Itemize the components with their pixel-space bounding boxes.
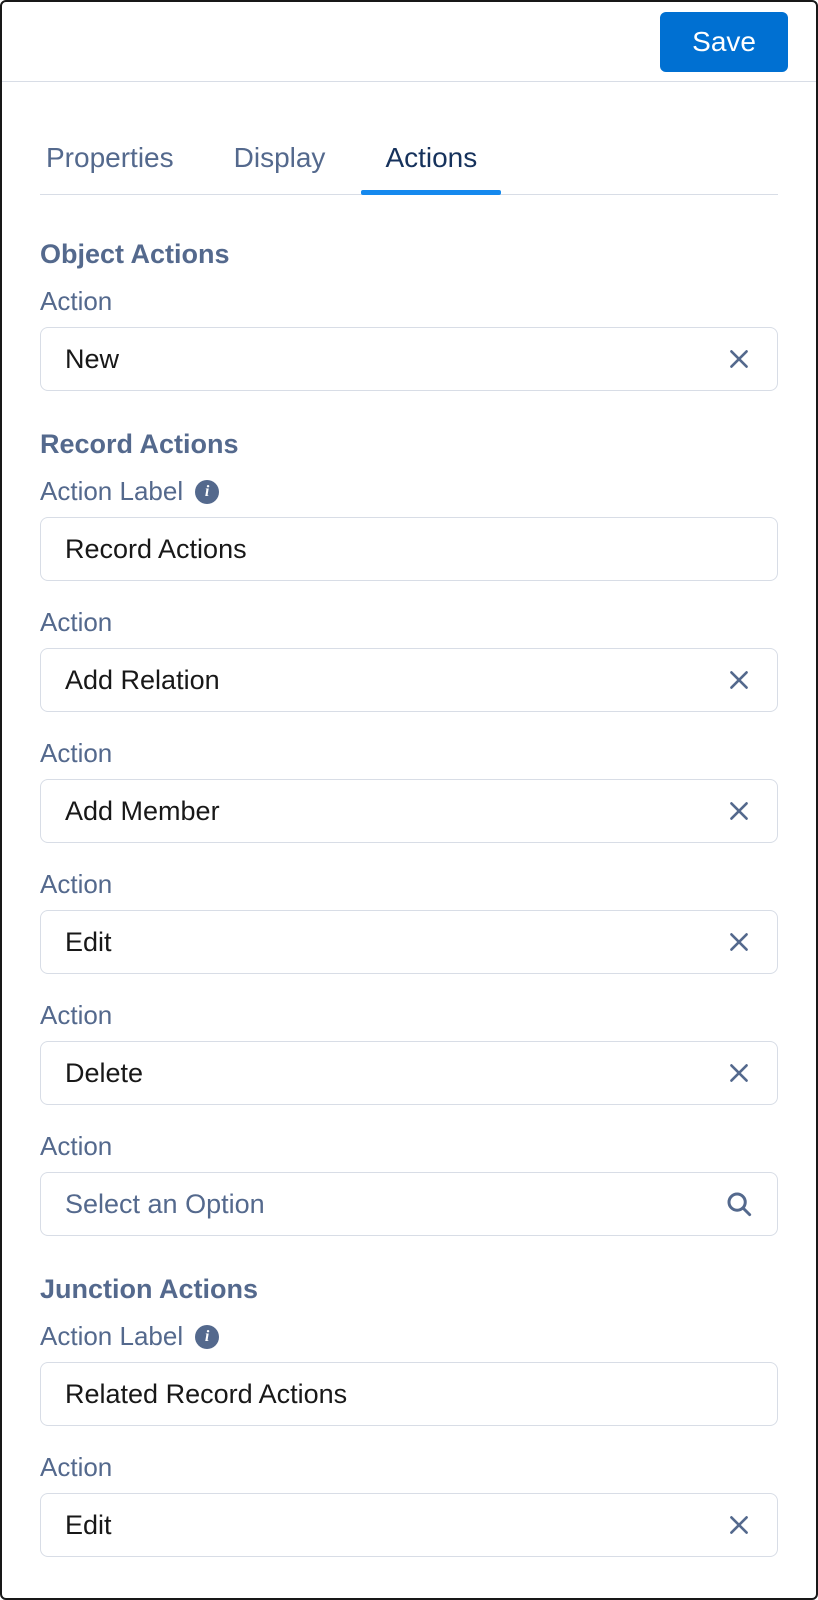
action-field: Action Edit [40, 869, 778, 974]
action-input[interactable]: New [40, 327, 778, 391]
close-icon[interactable] [721, 793, 757, 829]
action-field: Action New [40, 286, 778, 391]
record-action-label-input[interactable]: Record Actions [40, 517, 778, 581]
action-input[interactable]: Add Relation [40, 648, 778, 712]
action-input[interactable]: Edit [40, 910, 778, 974]
junction-action-label-input[interactable]: Related Record Actions [40, 1362, 778, 1426]
action-field-label: Action [40, 607, 112, 638]
action-input[interactable]: Add Member [40, 779, 778, 843]
action-field: Action Add Member [40, 738, 778, 843]
tab-actions[interactable]: Actions [379, 142, 483, 194]
close-icon[interactable] [721, 662, 757, 698]
action-field-label: Action [40, 869, 112, 900]
input-value: New [65, 344, 721, 375]
junction-actions-title: Junction Actions [40, 1274, 778, 1305]
action-field-label: Action [40, 1000, 112, 1031]
object-actions-title: Object Actions [40, 239, 778, 270]
action-input[interactable]: Edit [40, 1493, 778, 1557]
info-icon[interactable]: i [195, 1325, 219, 1349]
record-actions-title: Record Actions [40, 429, 778, 460]
action-label-text: Action Label [40, 1321, 183, 1352]
junction-actions-section: Junction Actions Action Label i Related … [40, 1274, 778, 1557]
tabs: Properties Display Actions [40, 142, 778, 195]
action-field-label: Action [40, 1452, 112, 1483]
action-field: Action Delete [40, 1000, 778, 1105]
input-value: Record Actions [65, 534, 757, 565]
action-field-label: Action [40, 286, 112, 317]
info-icon[interactable]: i [195, 480, 219, 504]
input-value: Edit [65, 927, 721, 958]
junction-action-label-field: Action Label i Related Record Actions [40, 1321, 778, 1426]
record-actions-section: Record Actions Action Label i Record Act… [40, 429, 778, 1236]
input-value: Add Relation [65, 665, 721, 696]
action-field-label: Action [40, 738, 112, 769]
close-icon[interactable] [721, 924, 757, 960]
input-value: Edit [65, 1510, 721, 1541]
header: Save [2, 2, 816, 82]
input-value: Add Member [65, 796, 721, 827]
input-value: Related Record Actions [65, 1379, 757, 1410]
action-field: Action Edit [40, 1452, 778, 1557]
action-field-label: Action [40, 1131, 112, 1162]
action-label-text: Action Label [40, 476, 183, 507]
tab-properties[interactable]: Properties [40, 142, 180, 194]
object-actions-section: Object Actions Action New [40, 239, 778, 391]
action-field: Action Add Relation [40, 607, 778, 712]
close-icon[interactable] [721, 1507, 757, 1543]
search-icon[interactable] [721, 1186, 757, 1222]
input-value: Select an Option [65, 1189, 721, 1220]
action-field: Action Select an Option [40, 1131, 778, 1236]
action-input[interactable]: Select an Option [40, 1172, 778, 1236]
action-input[interactable]: Delete [40, 1041, 778, 1105]
close-icon[interactable] [721, 1055, 757, 1091]
record-action-label-field: Action Label i Record Actions [40, 476, 778, 581]
tab-display[interactable]: Display [228, 142, 332, 194]
input-value: Delete [65, 1058, 721, 1089]
save-button[interactable]: Save [660, 12, 788, 72]
close-icon[interactable] [721, 341, 757, 377]
